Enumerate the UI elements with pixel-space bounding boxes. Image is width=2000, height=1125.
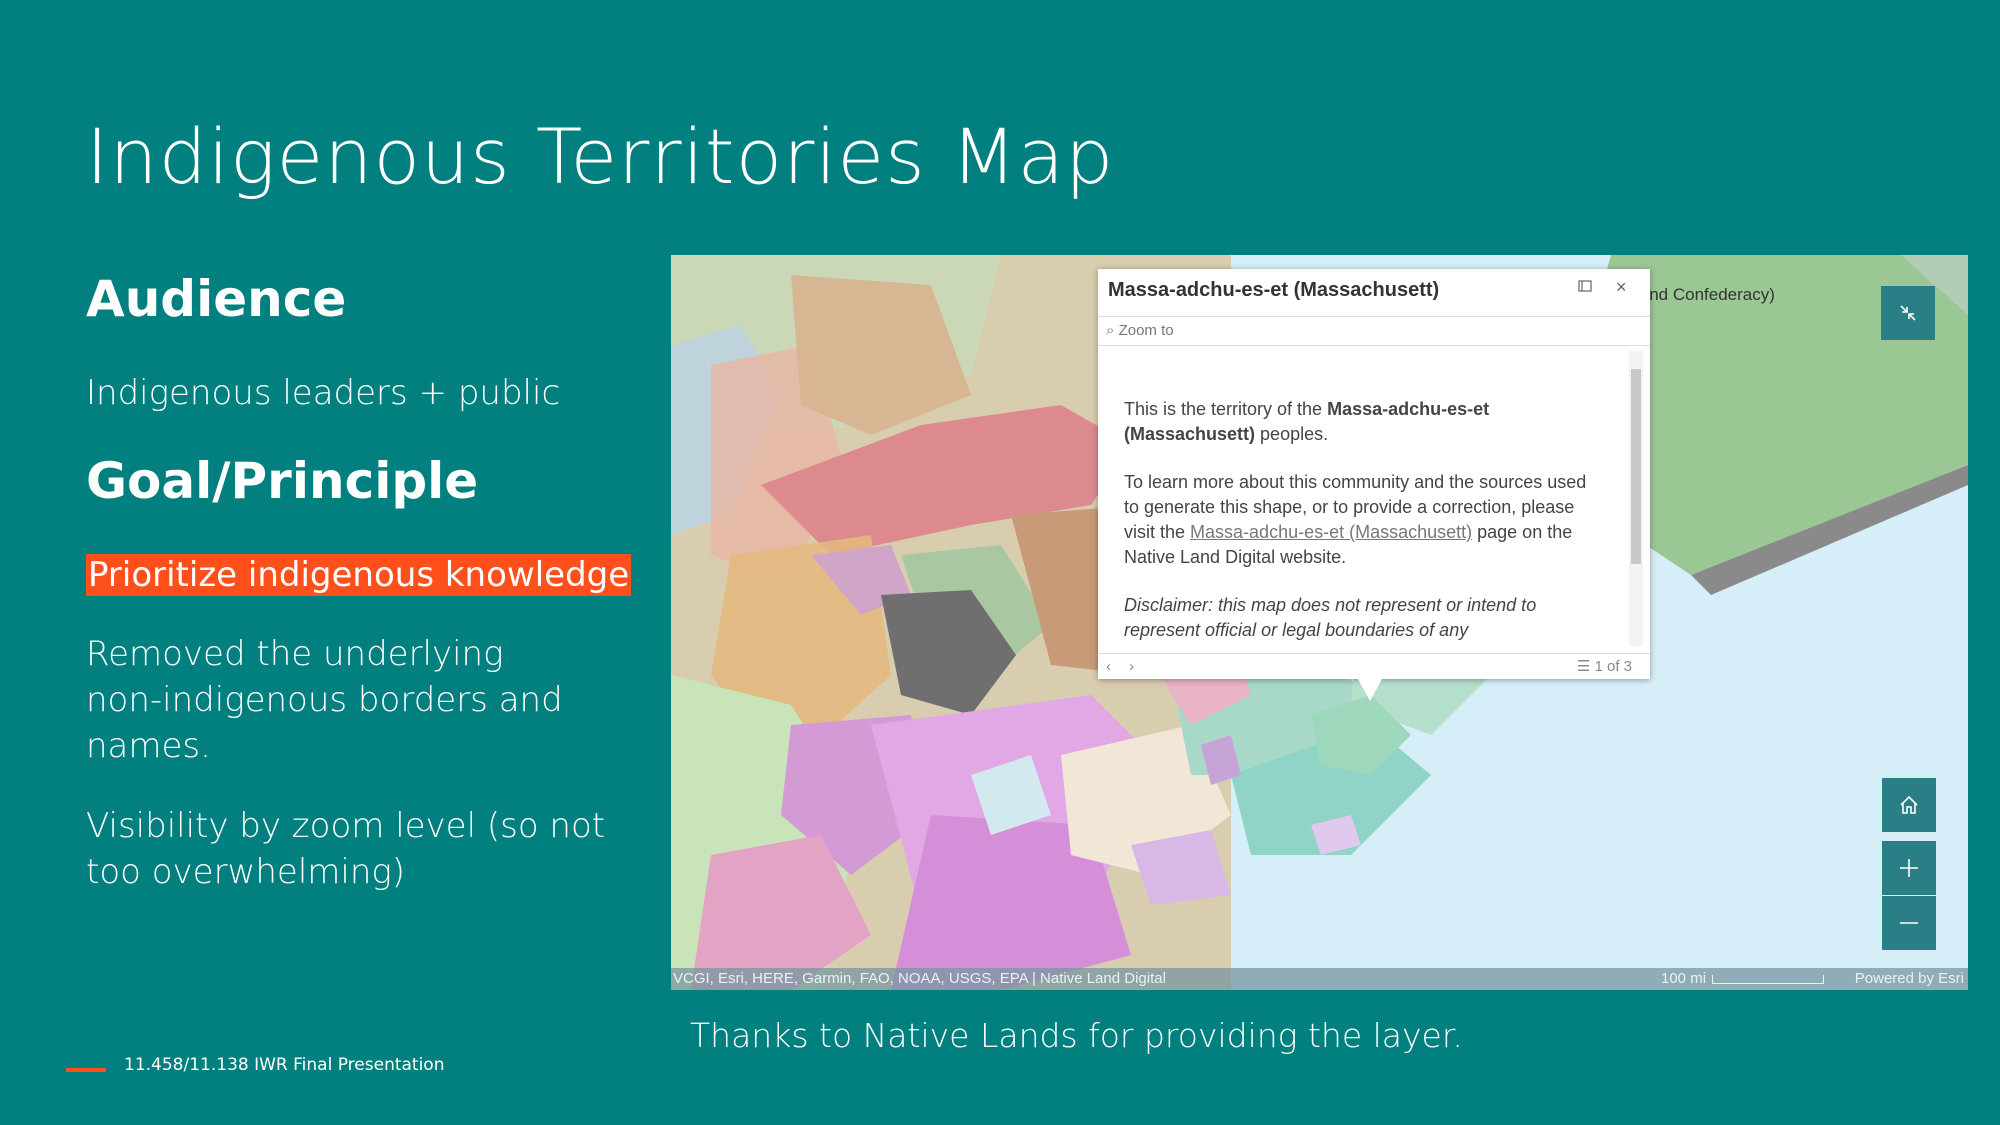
footer-accent-bar — [66, 1068, 106, 1072]
popup-disclaimer: Disclaimer: this map does not represent … — [1124, 593, 1594, 643]
attribution-bar: VCGI, Esri, HERE, Garmin, FAO, NOAA, USG… — [671, 968, 1968, 990]
territory-popup[interactable]: Massa-adchu-es-et (Massachusett) × ⌕ Zoo… — [1098, 269, 1650, 701]
collapse-icon[interactable] — [1881, 286, 1935, 340]
slide-title: Indigenous Territories Map — [86, 112, 1115, 201]
territories-map[interactable]: land Confederacy) Massa-adchu-es-et (Mas… — [671, 255, 1968, 990]
zoom-to-label: Zoom to — [1118, 322, 1174, 339]
territory-label: land Confederacy) — [1636, 285, 1775, 304]
map-caption: Thanks to Native Lands for providing the… — [690, 1016, 1463, 1055]
popup-title: Massa-adchu-es-et (Massachusett) — [1108, 279, 1440, 301]
goal-heading: Goal/Principle — [86, 452, 479, 510]
highlight-principle: Prioritize indigenous knowledge — [86, 554, 632, 596]
point-removed-borders: Removed the underlying non-indigenous bo… — [86, 631, 563, 769]
home-icon[interactable] — [1882, 778, 1936, 832]
feature-pager[interactable]: ☰ 1 of 3 — [1577, 654, 1632, 680]
point-removed-borders-line3: names. — [86, 726, 211, 766]
zoom-icon: ⌕ — [1106, 322, 1115, 339]
close-icon[interactable]: × — [1616, 277, 1627, 298]
maximize-icon[interactable] — [1578, 279, 1594, 293]
point-visibility: Visibility by zoom level (so not too ove… — [86, 803, 605, 895]
popup-scroll-thumb[interactable] — [1631, 369, 1641, 564]
native-land-link[interactable]: Massa-adchu-es-et (Massachusett) — [1190, 522, 1472, 542]
scale-line — [1712, 974, 1825, 984]
powered-by-esri[interactable]: Powered by Esri — [1855, 968, 1964, 990]
list-icon: ☰ — [1576, 658, 1595, 675]
popup-content: This is the territory of the Massa-adchu… — [1124, 397, 1594, 666]
footer-course: 11.458/11.138 IWR Final Presentation — [124, 1055, 445, 1075]
plus-icon[interactable] — [1882, 841, 1936, 895]
popup-paragraph-learn: To learn more about this community and t… — [1124, 470, 1594, 570]
popup-text: This is the territory of the — [1124, 399, 1328, 419]
zoom-to-button[interactable]: ⌕ Zoom to — [1098, 316, 1650, 346]
pager-count: 1 of 3 — [1594, 658, 1632, 675]
next-feature-button[interactable]: › — [1129, 658, 1134, 675]
scale-label: 100 mi — [1661, 970, 1707, 987]
audience-heading: Audience — [86, 270, 347, 328]
point-removed-borders-line2: non-indigenous borders and — [86, 680, 563, 720]
popup-disclaimer-text: Disclaimer: this map does not represent … — [1124, 595, 1537, 615]
scale-bar: 100 mi — [1661, 968, 1825, 990]
minus-icon[interactable] — [1882, 896, 1936, 950]
popup-text: peoples. — [1255, 424, 1329, 444]
point-visibility-line1: Visibility by zoom level (so not — [86, 806, 606, 846]
prev-feature-button[interactable]: ‹ — [1106, 658, 1111, 675]
attribution-text: VCGI, Esri, HERE, Garmin, FAO, NOAA, USG… — [673, 970, 1166, 987]
point-visibility-line2: too overwhelming) — [86, 852, 406, 892]
point-removed-borders-line1: Removed the underlying — [86, 634, 504, 674]
popup-scrollbar[interactable] — [1629, 351, 1643, 646]
popup-paragraph-territory: This is the territory of the Massa-adchu… — [1124, 397, 1594, 447]
popup-pointer — [1358, 679, 1382, 701]
audience-text: Indigenous leaders + public — [86, 373, 561, 413]
popup-footer: ‹ › ☰ 1 of 3 — [1098, 653, 1650, 680]
popup-disclaimer-text-cut: represent official or legal boundaries o… — [1124, 620, 1469, 640]
